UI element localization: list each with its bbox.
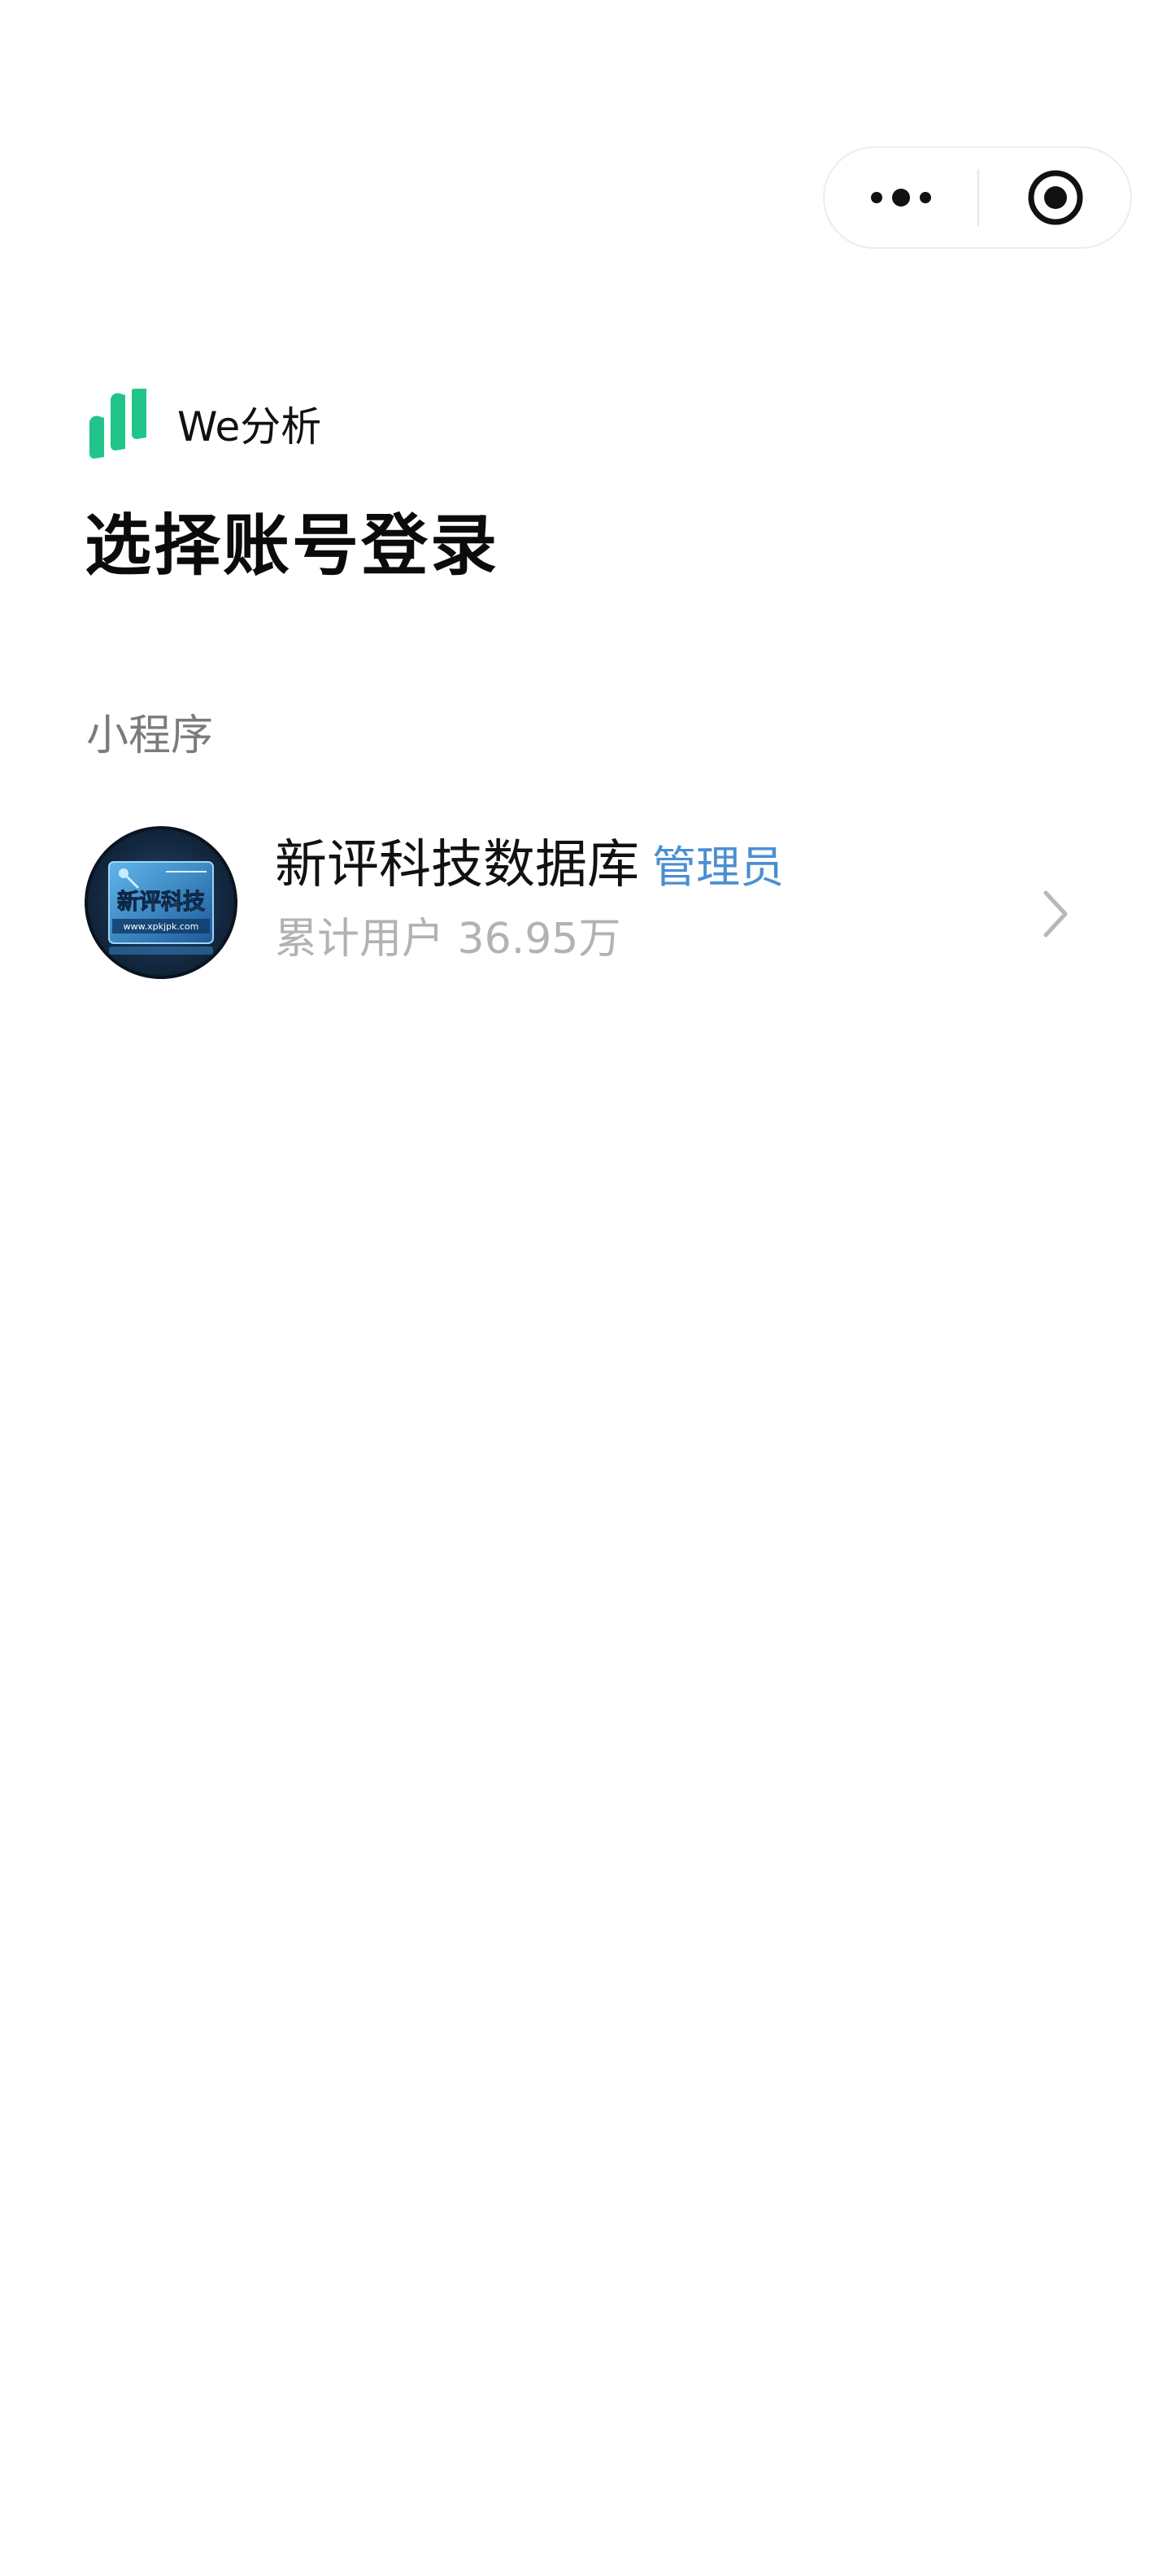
avatar-url-text: www.xpkjpk.com bbox=[124, 921, 199, 932]
app-brand: We分析 bbox=[86, 387, 321, 460]
section-label-mini-program: 小程序 bbox=[86, 711, 214, 760]
account-name: 新评科技数据库 bbox=[275, 835, 639, 895]
close-button[interactable] bbox=[979, 148, 1132, 247]
more-button[interactable] bbox=[825, 148, 977, 247]
account-name-row: 新评科技数据库 管理员 bbox=[275, 831, 784, 912]
target-close-icon bbox=[1028, 170, 1083, 225]
account-user-count: 累计用户 36.95万 bbox=[275, 915, 621, 964]
account-item[interactable]: 新评科技 www.xpkjpk.com 新评科技数据库 管理员 累计用户 36.9… bbox=[85, 823, 1090, 984]
chevron-right-icon bbox=[1043, 890, 1068, 938]
role-badge: 管理员 bbox=[652, 842, 784, 893]
page-title: 选择账号登录 bbox=[85, 507, 500, 585]
we-analytics-logo bbox=[89, 389, 146, 459]
account-avatar: 新评科技 www.xpkjpk.com bbox=[85, 826, 237, 979]
avatar-brand-text: 新评科技 bbox=[117, 889, 205, 915]
mini-program-capsule bbox=[823, 146, 1132, 249]
app-name: We分析 bbox=[177, 403, 322, 450]
more-dots-icon bbox=[871, 189, 931, 207]
